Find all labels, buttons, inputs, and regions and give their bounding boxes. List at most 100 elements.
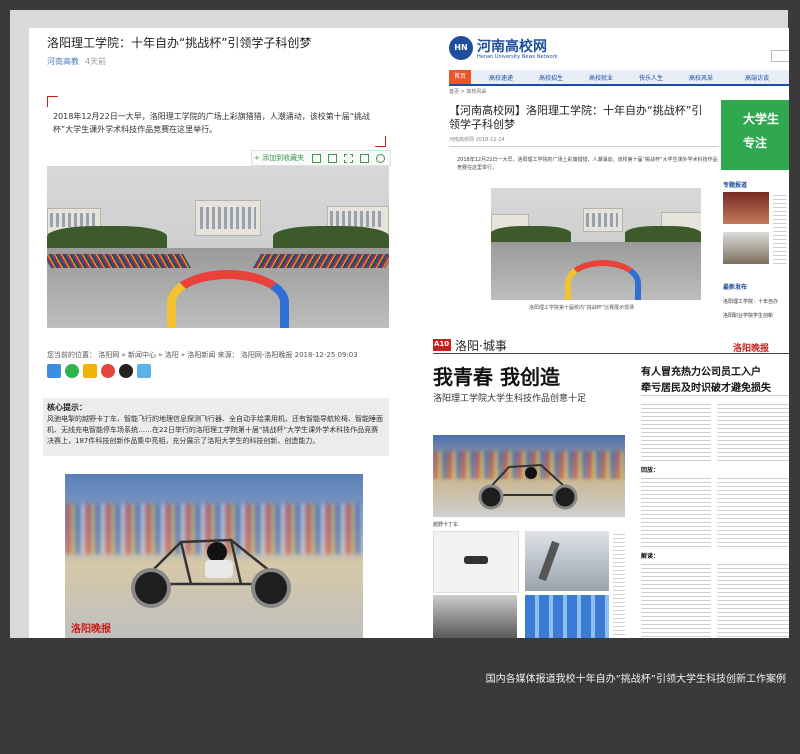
- nav-life[interactable]: 快乐人生: [639, 73, 663, 82]
- site-arch: [565, 260, 641, 300]
- side-article-col-3: [641, 475, 711, 547]
- side-thumb-2: [723, 232, 769, 264]
- news-driver-helmet: [525, 467, 537, 479]
- site-nav: 首页 高校速递 高校招生 高校就业 快乐人生 高校风采 高端访谈: [449, 70, 789, 86]
- left-article-time: 4天前: [85, 57, 107, 66]
- left-article-title[interactable]: 洛阳理工学院：十年自办“挑战杯”引领学子科创梦: [47, 34, 311, 51]
- left-breadcrumb[interactable]: 您当前的位置： 洛阳网 » 新闻中心 » 洛阳 » 洛阳新闻 来源： 洛阳网-洛…: [47, 350, 407, 360]
- site-logo-circle: HN: [449, 36, 473, 60]
- robot-arm-shape: [538, 540, 560, 582]
- site-article-meta: 河南高校网 2018-12-24: [449, 137, 505, 143]
- inflatable-arch: [167, 270, 289, 328]
- side-article-col-2: [717, 401, 789, 461]
- image-icon[interactable]: [328, 154, 337, 163]
- side-article-col-6: [717, 561, 789, 637]
- section-name: 洛阳·城事: [455, 339, 507, 353]
- crowd-right: [252, 254, 389, 268]
- site-name-en: Henan University News Network: [477, 54, 558, 60]
- drone-shape: [464, 556, 488, 564]
- side-link-2[interactable]: 洛阳职业学院学生创新: [723, 312, 789, 319]
- nav-style[interactable]: 高校风采: [689, 73, 713, 82]
- kart-wheel-rear: [251, 568, 291, 608]
- site-name[interactable]: 河南高校网: [477, 36, 547, 56]
- news-kart-illustration: [478, 463, 578, 510]
- crowd-left: [47, 254, 192, 268]
- newspaper-kart-photo: [433, 435, 625, 517]
- caption-bar: 国内各媒体报道我校十年自办“挑战杯”引领大学生科技创新工作案例: [0, 640, 800, 754]
- newspaper-panel: A10 洛阳·城事 洛阳晚报 我青春 我创造 洛阳理工学院大学生科技作品创意十足…: [433, 333, 789, 638]
- corner-bracket-top-left: [47, 96, 58, 107]
- side-thumb-1: [723, 192, 769, 224]
- plus-share-icon[interactable]: [47, 364, 61, 378]
- share-icon[interactable]: [376, 154, 385, 163]
- site-photo-caption: 洛阳理工学院第十届校内“挑战杯”比赛展示现场: [529, 305, 635, 311]
- summary-box: 核心提示： 风驰电掣的越野卡丁车、智能飞行的地理信息探测飞行器、全自动手绘乘用机…: [43, 398, 389, 456]
- site-divider: [449, 146, 719, 147]
- robot-arm-photo: [525, 531, 609, 591]
- left-article-panel: 洛阳理工学院：十年自办“挑战杯”引领学子科创梦 河南高教 4天前 2018年12…: [29, 28, 423, 638]
- page-number-box: A10: [433, 339, 451, 351]
- side-link-1[interactable]: 洛阳理工学院：十年自办: [723, 298, 789, 305]
- news-kart-wheel-rear: [552, 484, 578, 510]
- side-title-latest: 最新发布: [723, 284, 748, 291]
- expand-icon[interactable]: [344, 154, 353, 163]
- tencent-weibo-icon[interactable]: [137, 364, 151, 378]
- left-article-source[interactable]: 河南高教: [47, 56, 79, 67]
- ad-text-1: 大学生: [743, 112, 780, 126]
- summary-label: 核心提示：: [47, 403, 87, 412]
- side-article-col-5: [641, 561, 711, 637]
- nav-admission[interactable]: 高校招生: [539, 73, 563, 82]
- left-article-lead: 2018年12月22日一大早，洛阳理工学院的广场上彩旗猎猎，人潮涌动，该校第十届…: [53, 112, 370, 134]
- collage-board: 洛阳理工学院：十年自办“挑战杯”引领学子科创梦 河南高教 4天前 2018年12…: [29, 28, 789, 638]
- qzone-icon[interactable]: [83, 364, 97, 378]
- nav-home[interactable]: 首页: [449, 70, 471, 84]
- collage-frame: 洛阳理工学院：十年自办“挑战杯”引领学子科创梦 河南高教 4天前 2018年12…: [10, 10, 789, 638]
- vertical-caption-col: [613, 531, 625, 637]
- collage-caption: 国内各媒体报道我校十年自办“挑战杯”引领大学生科技创新工作案例: [485, 674, 786, 685]
- qq-icon[interactable]: [119, 364, 133, 378]
- side-article-col-1: [641, 401, 711, 461]
- side-headline-1: 有人冒充热力公司员工入户: [641, 367, 761, 378]
- nav-employment[interactable]: 高校就业: [589, 73, 613, 82]
- site-square-photo: [491, 188, 701, 300]
- henan-site-panel: HN 河南高校网 Henan University News Network 首…: [433, 28, 789, 328]
- kart-caption: 越野卡丁车: [433, 522, 459, 528]
- site-article-lead: 2018年12月22日一大早，洛阳理工学院的广场上彩旗猎猎，人潮涌动，该校第十届…: [457, 157, 718, 171]
- add-to-collection-button[interactable]: + 添加到收藏夹: [254, 153, 304, 163]
- side-title-feature: 专题报道: [723, 182, 748, 189]
- left-article-toolbar: + 添加到收藏夹: [251, 150, 391, 166]
- students-photo: [433, 595, 517, 638]
- news-kart-wheel-front: [478, 484, 504, 510]
- parking-model-photo: [525, 595, 609, 638]
- edit-icon[interactable]: [360, 154, 369, 163]
- left-watermark: 洛阳晚报: [71, 624, 111, 635]
- site-breadcrumb[interactable]: 首页 > 高校风采: [449, 88, 486, 95]
- building-center: [195, 200, 261, 236]
- main-headline: 我青春 我创造: [433, 365, 560, 389]
- kart-illustration: [131, 538, 291, 608]
- site-article-title: 【河南高校网】洛阳理工学院：十年自办“挑战杯”引领学子科创梦: [449, 104, 703, 131]
- nav-news[interactable]: 高校速递: [489, 73, 513, 82]
- site-building-center: [583, 208, 623, 232]
- side-text-col: [773, 192, 787, 264]
- side-label-explain: 解读：: [641, 553, 660, 560]
- square-photo: [47, 166, 389, 328]
- paper-logo: 洛阳晚报: [733, 344, 770, 354]
- driver-body: [205, 560, 233, 578]
- main-subhead: 洛阳理工学院大学生科技作品创意十足: [433, 394, 587, 404]
- driver-helmet: [207, 542, 227, 562]
- side-headline-rule: [641, 395, 789, 396]
- site-search-box[interactable]: [771, 50, 789, 62]
- summary-text: 风驰电掣的越野卡丁车、智能飞行的地理信息探测飞行器、全自动手绘乘用机、还有智能导…: [47, 415, 383, 445]
- weibo-icon[interactable]: [101, 364, 115, 378]
- page-number: A10: [434, 340, 450, 348]
- ad-text-2: 专注: [743, 136, 768, 150]
- side-article-col-4: [717, 475, 789, 547]
- wechat-icon[interactable]: [65, 364, 79, 378]
- copy-icon[interactable]: [312, 154, 321, 163]
- drone-photo: [433, 531, 519, 593]
- side-headline-2: 牵亏居民及时识破才避免损失: [641, 383, 771, 394]
- kart-photo: 洛阳晚报: [65, 474, 363, 638]
- nav-interview[interactable]: 高端访谈: [745, 73, 769, 82]
- site-side-ad[interactable]: 大学生 专注: [721, 100, 789, 170]
